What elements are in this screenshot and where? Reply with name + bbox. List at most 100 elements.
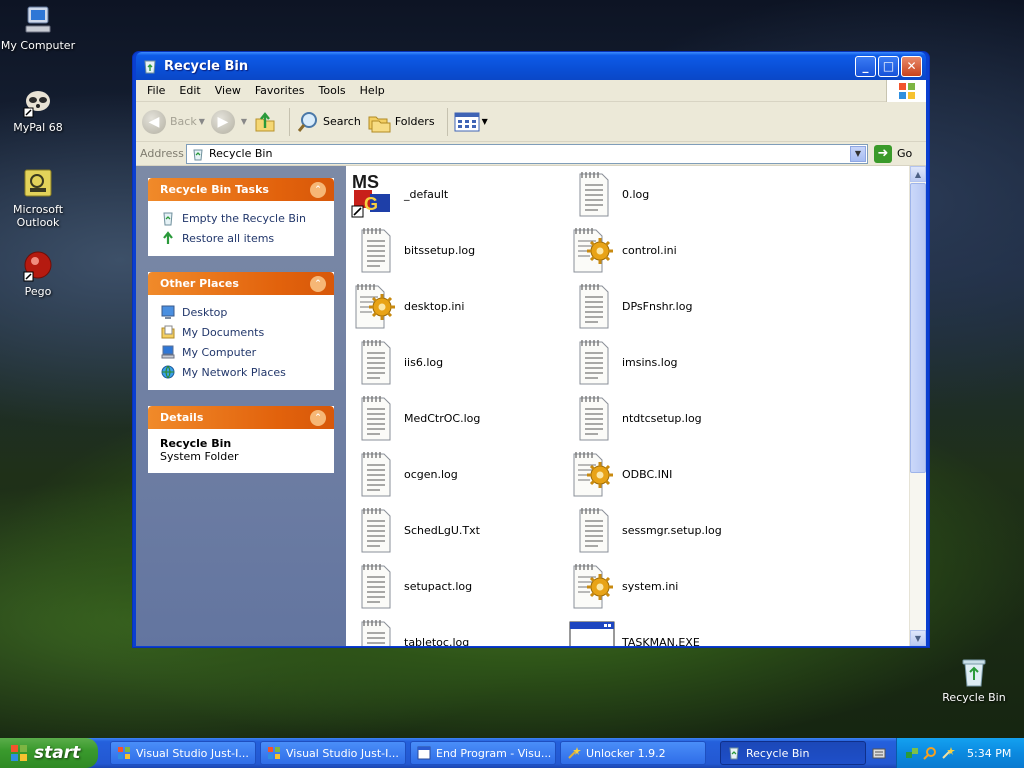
scroll-down-button[interactable]: ▼ <box>910 630 926 646</box>
collapse-chevron-icon[interactable]: ⌃ <box>310 409 326 426</box>
search-tray-icon[interactable] <box>923 746 937 760</box>
network-tray-icon[interactable] <box>905 746 919 760</box>
place-label: My Network Places <box>182 365 286 379</box>
file-name: system.ini <box>622 579 679 593</box>
title-bar[interactable]: Recycle Bin _ □ ✕ <box>136 52 926 80</box>
recycle-bin-icon <box>958 656 990 688</box>
file-item[interactable]: desktop.ini <box>350 278 568 334</box>
file-item[interactable]: ntdtcsetup.log <box>568 390 786 446</box>
other-places-header[interactable]: Other Places ⌃ <box>148 272 334 295</box>
file-item[interactable]: ODBC.INI <box>568 446 786 502</box>
place-my-network-places-link[interactable]: My Network Places <box>160 362 324 382</box>
details-panel: Details ⌃ Recycle Bin System Folder <box>148 406 334 473</box>
details-header[interactable]: Details ⌃ <box>148 406 334 429</box>
file-item[interactable]: SchedLgU.Txt <box>350 502 568 558</box>
file-item[interactable]: control.ini <box>568 222 786 278</box>
file-item[interactable]: TASKMAN.EXE <box>568 614 786 646</box>
recycle-bin-icon <box>144 60 156 74</box>
text-file-icon <box>568 394 616 442</box>
menu-edit[interactable]: Edit <box>172 84 207 97</box>
go-label: Go <box>897 147 913 160</box>
toolbar: ◀ Back ▼ ▶ ▼ Search Folders ▼ <box>136 102 926 142</box>
collapse-chevron-icon[interactable]: ⌃ <box>310 181 326 198</box>
search-button[interactable]: Search <box>296 110 361 134</box>
desktop-icon-mypal[interactable]: MyPal 68 <box>0 86 76 134</box>
go-button[interactable]: ➜ Go <box>874 144 922 163</box>
file-item[interactable]: sessmgr.setup.log <box>568 502 786 558</box>
close-icon: ✕ <box>906 59 917 73</box>
task-label: Recycle Bin <box>746 746 810 760</box>
file-item[interactable]: DPsFnshr.log <box>568 278 786 334</box>
file-grid: MS G _default 0.log bitssetup.log control.ini… <box>346 166 911 646</box>
collapse-chevron-icon[interactable]: ⌃ <box>310 275 326 292</box>
back-button[interactable]: ◀ Back ▼ <box>142 109 205 134</box>
taskbar-button-end-program[interactable]: End Program - Visu... <box>410 741 556 765</box>
minimize-button[interactable]: _ <box>855 55 876 77</box>
forward-button[interactable]: ▶ ▼ <box>210 109 247 134</box>
file-item[interactable]: iis6.log <box>350 334 568 390</box>
restore-all-items-link[interactable]: Restore all items <box>160 228 324 248</box>
svg-text:G: G <box>364 194 378 214</box>
back-label: Back <box>170 115 197 128</box>
up-button[interactable] <box>253 110 277 134</box>
my-computer-icon <box>22 4 54 36</box>
back-arrow-icon: ◀ <box>142 109 166 134</box>
taskbar-button-vs-jit-1[interactable]: Visual Studio Just-I... <box>110 741 256 765</box>
menu-help[interactable]: Help <box>353 84 392 97</box>
address-dropdown-button[interactable]: ▼ <box>850 145 866 162</box>
desktop-icon-my-computer[interactable]: My Computer <box>0 4 76 52</box>
empty-recycle-bin-link[interactable]: Empty the Recycle Bin <box>160 208 324 228</box>
clock[interactable]: 5:34 PM <box>967 747 1011 760</box>
desktop-icon-label: Microsoft Outlook <box>12 203 64 229</box>
keyboard-icon[interactable] <box>872 746 886 760</box>
maximize-icon: □ <box>882 59 895 73</box>
file-name: iis6.log <box>404 355 444 369</box>
vertical-scrollbar[interactable]: ▲ ▼ <box>909 166 926 646</box>
menu-file[interactable]: File <box>140 84 172 97</box>
place-my-computer-link[interactable]: My Computer <box>160 342 324 362</box>
taskbar-button-unlocker[interactable]: Unlocker 1.9.2 <box>560 741 706 765</box>
scroll-thumb[interactable] <box>910 183 926 473</box>
desktop-icon-pego[interactable]: Pego <box>0 250 76 298</box>
menu-favorites[interactable]: Favorites <box>248 84 312 97</box>
config-file-icon <box>568 226 616 274</box>
taskbar-button-recycle-bin[interactable]: Recycle Bin <box>720 741 866 765</box>
place-my-documents-link[interactable]: My Documents <box>160 322 324 342</box>
scroll-up-button[interactable]: ▲ <box>910 166 926 182</box>
file-item[interactable]: ocgen.log <box>350 446 568 502</box>
taskbar-button-vs-jit-2[interactable]: Visual Studio Just-I... <box>260 741 406 765</box>
menu-tools[interactable]: Tools <box>312 84 353 97</box>
file-item[interactable]: 0.log <box>568 166 786 222</box>
close-button[interactable]: ✕ <box>901 55 922 77</box>
desktop-icon-label: Pego <box>24 285 52 298</box>
recycle-bin-tasks-header[interactable]: Recycle Bin Tasks ⌃ <box>148 178 334 201</box>
desktop-icon-label: My Computer <box>0 39 76 52</box>
place-desktop-link[interactable]: Desktop <box>160 302 324 322</box>
menu-view[interactable]: View <box>208 84 248 97</box>
address-field[interactable]: Recycle Bin ▼ <box>186 143 868 164</box>
desktop-icon <box>161 305 175 319</box>
file-item[interactable]: MS G _default <box>350 166 568 222</box>
wand-tray-icon[interactable] <box>941 746 955 760</box>
go-arrow-icon: ➜ <box>874 144 892 163</box>
file-item[interactable]: tabletoc.log <box>350 614 568 646</box>
file-item[interactable]: MedCtrOC.log <box>350 390 568 446</box>
search-label: Search <box>323 115 361 128</box>
empty-bin-icon <box>163 212 173 226</box>
file-item[interactable]: bitssetup.log <box>350 222 568 278</box>
file-list-view[interactable]: MS G _default 0.log bitssetup.log control.ini… <box>346 166 926 646</box>
views-button[interactable]: ▼ <box>454 111 488 133</box>
text-file-icon <box>350 394 398 442</box>
details-type: System Folder <box>160 450 239 463</box>
task-label: Unlocker 1.9.2 <box>586 746 666 760</box>
file-name: TASKMAN.EXE <box>622 635 700 647</box>
panel-title: Recycle Bin Tasks <box>160 183 269 196</box>
desktop-icon-recycle-bin[interactable]: Recycle Bin <box>936 656 1012 704</box>
desktop-icon-outlook[interactable]: Microsoft Outlook <box>0 168 76 229</box>
maximize-button[interactable]: □ <box>878 55 899 77</box>
file-item[interactable]: imsins.log <box>568 334 786 390</box>
file-item[interactable]: setupact.log <box>350 558 568 614</box>
start-button[interactable]: start <box>0 738 98 768</box>
folders-button[interactable]: Folders <box>367 110 435 134</box>
file-item[interactable]: system.ini <box>568 558 786 614</box>
